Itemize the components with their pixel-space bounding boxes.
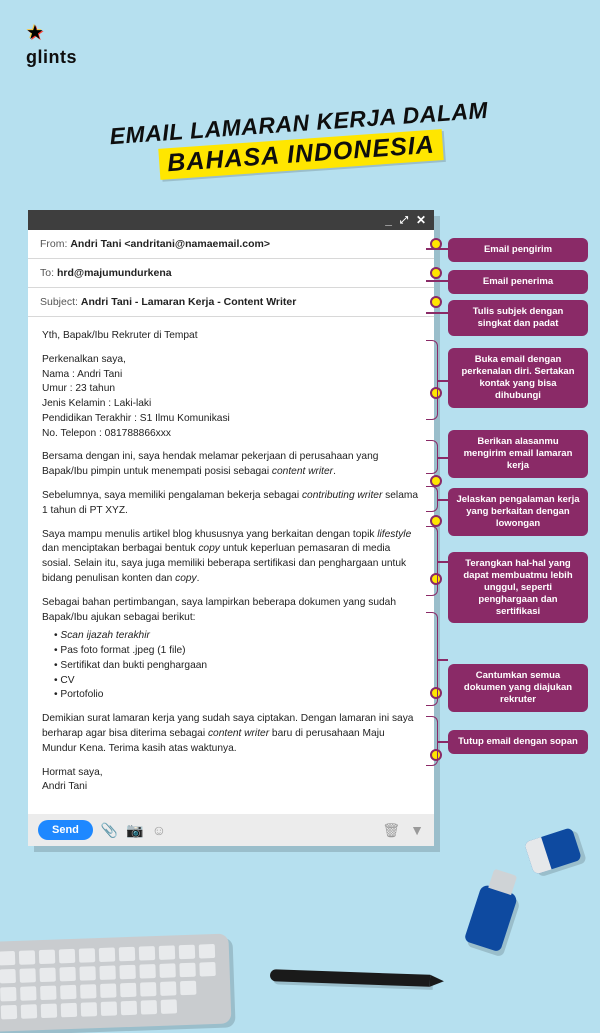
intro-phone: No. Telepon : 081788866xxx (42, 427, 420, 442)
list-item: Pas foto format .jpeg (1 file) (54, 644, 420, 659)
subject-value: Andri Tani - Lamaran Kerja - Content Wri… (81, 296, 296, 308)
page-title: EMAIL LAMARAN KERJA DALAM BAHASA INDONES… (68, 94, 531, 186)
email-to-row: To: hrd@majumundurkena (28, 259, 434, 288)
emoji-icon[interactable]: ☺ (152, 822, 166, 838)
logo-text: glints (26, 47, 77, 68)
ann-brace (426, 526, 438, 596)
subject-label: Subject: (40, 296, 78, 308)
closing-paragraph: Demikian surat lamaran kerja yang sudah … (42, 712, 420, 756)
ann-brace (426, 612, 438, 706)
more-icon[interactable]: ▼ (410, 822, 424, 838)
glints-logo: ★ glints (26, 20, 77, 68)
signoff: Hormat saya, (42, 766, 420, 781)
annotation-subject: Tulis subjek dengan singkat dan padat (448, 300, 588, 336)
ann-connector (438, 499, 448, 501)
attach-lead: Sebagai bahan pertimbangan, saya lampirk… (42, 596, 420, 626)
strength-paragraph: Saya mampu menulis artikel blog khususny… (42, 528, 420, 587)
ann-connector (426, 280, 448, 282)
annotation-reason: Berikan alasanmu mengirim email lamaran … (448, 430, 588, 478)
annotation-closing: Tutup email dengan sopan (448, 730, 588, 754)
intro-edu: Pendidikan Terakhir : S1 Ilmu Komunikasi (42, 412, 420, 427)
ann-brace (426, 716, 438, 766)
ann-brace (426, 440, 438, 474)
email-window: _ ⤢ ✕ From: Andri Tani <andritani@namaem… (28, 210, 434, 846)
anchor-dot (430, 296, 442, 308)
camera-icon[interactable]: 📷 (126, 822, 143, 839)
reason-paragraph: Bersama dengan ini, saya hendak melamar … (42, 450, 420, 480)
star-icon: ★ (26, 20, 77, 45)
list-item: Portofolio (54, 688, 420, 703)
to-value: hrd@majumundurkena (57, 267, 172, 279)
eraser-decoration (524, 827, 582, 875)
annotation-to: Email penerima (448, 270, 588, 294)
intro-name: Nama : Andri Tani (42, 368, 420, 383)
ann-brace (426, 486, 438, 512)
email-footer: Send 📎 📷 ☺ 🗑 ▼ (28, 814, 434, 846)
email-subject-row: Subject: Andri Tani - Lamaran Kerja - Co… (28, 288, 434, 317)
to-label: To: (40, 267, 54, 279)
annotation-from: Email pengirim (448, 238, 588, 262)
annotation-attachments: Cantumkan semua dokumen yang diajukan re… (448, 664, 588, 712)
annotation-experience: Jelaskan pengalaman kerja yang berkaitan… (448, 488, 588, 536)
expand-icon[interactable]: ⤢ (400, 215, 408, 226)
ann-connector (438, 457, 448, 459)
send-button[interactable]: Send (38, 820, 93, 840)
ann-connector (438, 659, 448, 661)
email-body: Yth, Bapak/Ibu Rekruter di Tempat Perken… (28, 317, 434, 814)
minimize-icon[interactable]: _ (385, 213, 392, 227)
intro-gender: Jenis Kelamin : Laki-laki (42, 397, 420, 412)
intro-lead: Perkenalkan saya, (42, 353, 420, 368)
ann-connector (426, 312, 448, 314)
experience-paragraph: Sebelumnya, saya memiliki pengalaman bek… (42, 489, 420, 519)
trash-icon[interactable]: 🗑 (382, 822, 400, 839)
from-value: Andri Tani <andritani@namaemail.com> (70, 238, 270, 250)
list-item: CV (54, 674, 420, 689)
annotation-strength: Terangkan hal-hal yang dapat membuatmu l… (448, 552, 588, 623)
keyboard-decoration (0, 933, 231, 1032)
ann-connector (438, 561, 448, 563)
usb-decoration (464, 884, 519, 953)
email-titlebar: _ ⤢ ✕ (28, 210, 434, 230)
list-item: Scan ijazah terakhir (54, 629, 420, 644)
pencil-decoration (270, 969, 430, 987)
from-label: From: (40, 238, 67, 250)
ann-connector (438, 741, 448, 743)
email-from-row: From: Andri Tani <andritani@namaemail.co… (28, 230, 434, 259)
signature: Andri Tani (42, 780, 420, 795)
greeting: Yth, Bapak/Ibu Rekruter di Tempat (42, 329, 420, 344)
close-icon[interactable]: ✕ (416, 213, 426, 227)
ann-connector (426, 248, 448, 250)
list-item: Sertifikat dan bukti penghargaan (54, 659, 420, 674)
annotation-intro: Buka email dengan perkenalan diri. Serta… (448, 348, 588, 408)
attachment-list: Scan ijazah terakhir Pas foto format .jp… (54, 629, 420, 703)
anchor-dot (430, 267, 442, 279)
intro-block: Nama : Andri Tani Umur : 23 tahun Jenis … (42, 368, 420, 442)
intro-age: Umur : 23 tahun (42, 382, 420, 397)
ann-brace (426, 340, 438, 420)
ann-connector (438, 380, 448, 382)
attach-icon[interactable]: 📎 (101, 822, 118, 839)
